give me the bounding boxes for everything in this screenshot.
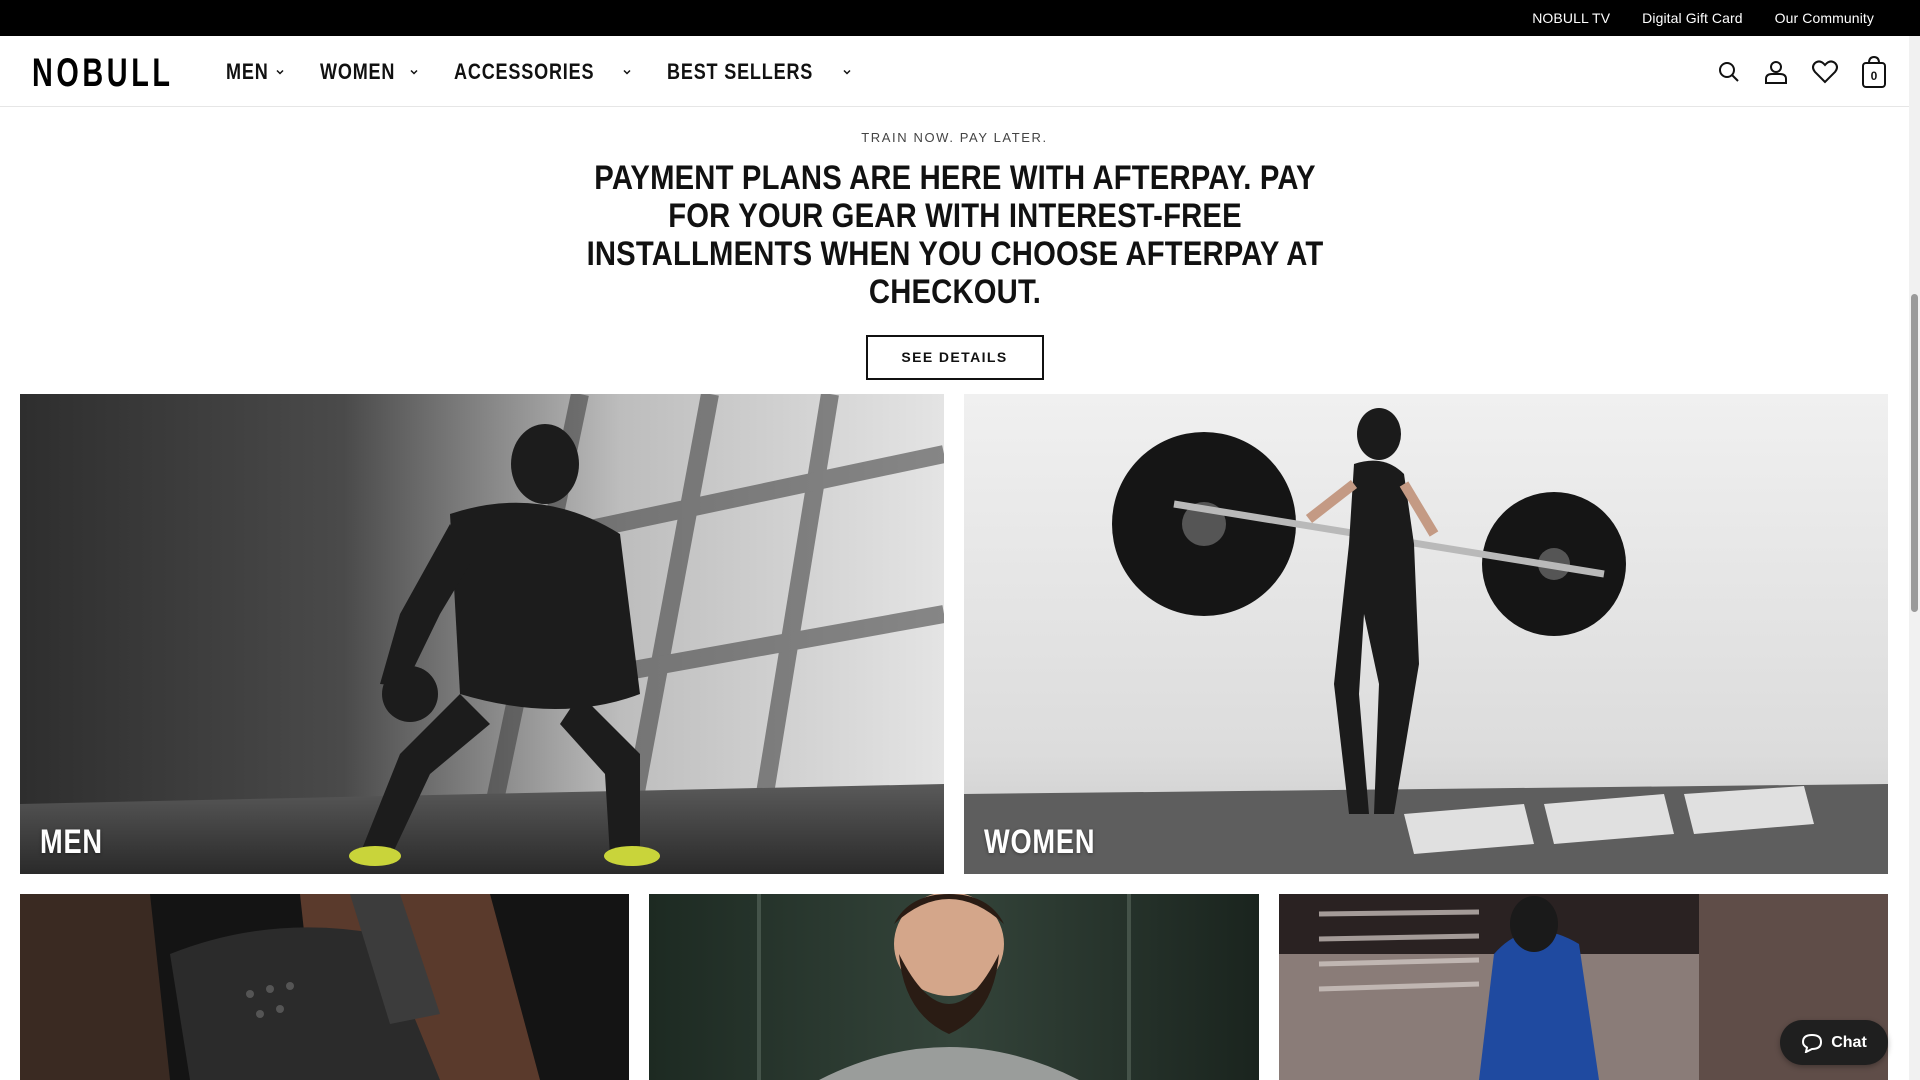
utility-link-digital-gift-card[interactable]: Digital Gift Card — [1642, 10, 1743, 26]
chevron-down-icon — [410, 69, 418, 75]
header-icons: 0 — [1695, 36, 1887, 107]
tile-accessories[interactable] — [20, 894, 629, 1080]
nav-item-women[interactable]: WOMEN — [320, 59, 420, 85]
tile-women[interactable]: WOMEN — [964, 394, 1888, 874]
tile-men[interactable]: MEN — [20, 394, 944, 874]
nav-item-men[interactable]: MEN — [226, 59, 286, 85]
chat-button[interactable]: Chat — [1780, 1020, 1888, 1065]
tile-women-label: WOMEN — [984, 823, 1096, 861]
nav-item-label: BEST SELLERS — [666, 58, 813, 84]
main-nav: MEN WOMEN ACCESSORIES BEST SELLERS — [226, 36, 887, 107]
nobull-logo[interactable]: NOBULL — [32, 51, 174, 96]
shoe-photo — [20, 894, 629, 1080]
cart-bag-icon[interactable]: 0 — [1861, 55, 1887, 89]
account-icon[interactable] — [1763, 59, 1789, 85]
nav-item-accessories[interactable]: ACCESSORIES — [454, 59, 633, 85]
chevron-down-icon — [623, 69, 631, 75]
bearded-man-photo — [649, 894, 1259, 1080]
wishlist-heart-icon[interactable] — [1811, 59, 1839, 85]
promo-eyebrow: TRAIN NOW. PAY LATER. — [861, 130, 1048, 145]
afterpay-promo: TRAIN NOW. PAY LATER. PAYMENT PLANS ARE … — [0, 107, 1909, 380]
search-icon[interactable] — [1717, 60, 1741, 84]
nav-item-label: MEN — [226, 58, 269, 84]
utility-link-our-community[interactable]: Our Community — [1775, 10, 1874, 26]
chevron-down-icon — [843, 69, 851, 75]
nav-item-label: WOMEN — [319, 58, 396, 84]
tile-men-label: MEN — [40, 823, 103, 861]
cart-count-badge: 0 — [1870, 68, 1878, 83]
nav-item-label: ACCESSORIES — [453, 58, 595, 84]
nav-item-best-sellers[interactable]: BEST SELLERS — [667, 59, 853, 85]
chat-bubble-icon — [1802, 1033, 1823, 1053]
chevron-down-icon — [276, 69, 284, 75]
promo-headline: PAYMENT PLANS ARE HERE WITH AFTERPAY. PA… — [586, 159, 1323, 311]
chat-label: Chat — [1831, 1033, 1867, 1051]
utility-bar: NOBULL TV Digital Gift Card Our Communit… — [0, 0, 1920, 36]
scrollbar-thumb[interactable] — [1911, 294, 1918, 612]
page-scrollbar[interactable] — [1909, 36, 1920, 1080]
women-photo — [964, 394, 1888, 874]
tile-best-sellers[interactable] — [649, 894, 1259, 1080]
see-details-button[interactable]: SEE DETAILS — [865, 335, 1044, 380]
site-header: NOBULL MEN WOMEN ACCESSORIES BEST SELLER… — [0, 36, 1909, 107]
men-photo — [20, 394, 944, 874]
utility-link-nobull-tv[interactable]: NOBULL TV — [1532, 10, 1610, 26]
